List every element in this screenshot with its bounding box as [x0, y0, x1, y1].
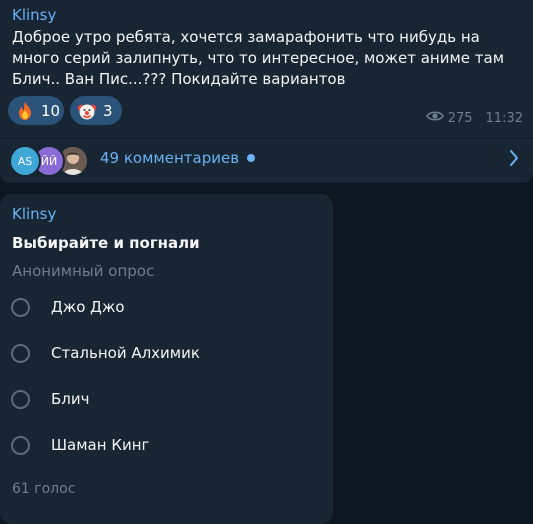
- reaction-clown[interactable]: 3: [70, 96, 122, 125]
- poll-vote-count: 61 голос: [12, 481, 76, 497]
- clown-emoji-icon: [77, 101, 97, 121]
- fire-emoji-icon: [15, 101, 35, 121]
- comments-button[interactable]: AS ЙЙ 49 комментариев: [0, 139, 533, 179]
- poll-option[interactable]: Блич: [11, 384, 321, 414]
- chevron-right-icon: [509, 149, 519, 171]
- post-meta: 275 11:32: [425, 110, 523, 126]
- reaction-clown-count: 3: [103, 101, 113, 120]
- post-text: Доброе утро ребята, хочется замарафонить…: [12, 28, 505, 88]
- eye-icon: [425, 110, 444, 126]
- reaction-fire[interactable]: 10: [8, 96, 64, 125]
- avatar: AS: [9, 145, 41, 177]
- poll-option-label: Стальной Алхимик: [51, 344, 200, 362]
- post-author[interactable]: Klinsy: [12, 6, 56, 24]
- poll-type: Анонимный опрос: [12, 262, 155, 280]
- poll-message: Klinsy Выбирайте и погнали Анонимный опр…: [0, 194, 333, 524]
- poll-author[interactable]: Klinsy: [12, 205, 56, 223]
- reaction-fire-count: 10: [41, 101, 61, 120]
- poll-question: Выбирайте и погнали: [12, 234, 200, 252]
- radio-button[interactable]: [11, 435, 30, 455]
- radio-button[interactable]: [11, 389, 30, 409]
- poll-option-label: Шаман Кинг: [51, 436, 150, 454]
- radio-button[interactable]: [11, 343, 30, 363]
- poll-option[interactable]: Джо Джо: [11, 292, 321, 322]
- post-time: 11:32: [485, 110, 523, 126]
- poll-option[interactable]: Стальной Алхимик: [11, 338, 321, 368]
- poll-option-label: Блич: [51, 390, 90, 408]
- radio-button[interactable]: [11, 297, 30, 317]
- poll-option[interactable]: Шаман Кинг: [11, 430, 321, 460]
- comments-count-label: 49 комментариев: [100, 149, 240, 167]
- unread-dot: [247, 154, 256, 162]
- view-count: 275: [447, 110, 473, 126]
- channel-post: Klinsy Доброе утро ребята, хочется замар…: [0, 0, 533, 183]
- poll-option-label: Джо Джо: [51, 298, 125, 316]
